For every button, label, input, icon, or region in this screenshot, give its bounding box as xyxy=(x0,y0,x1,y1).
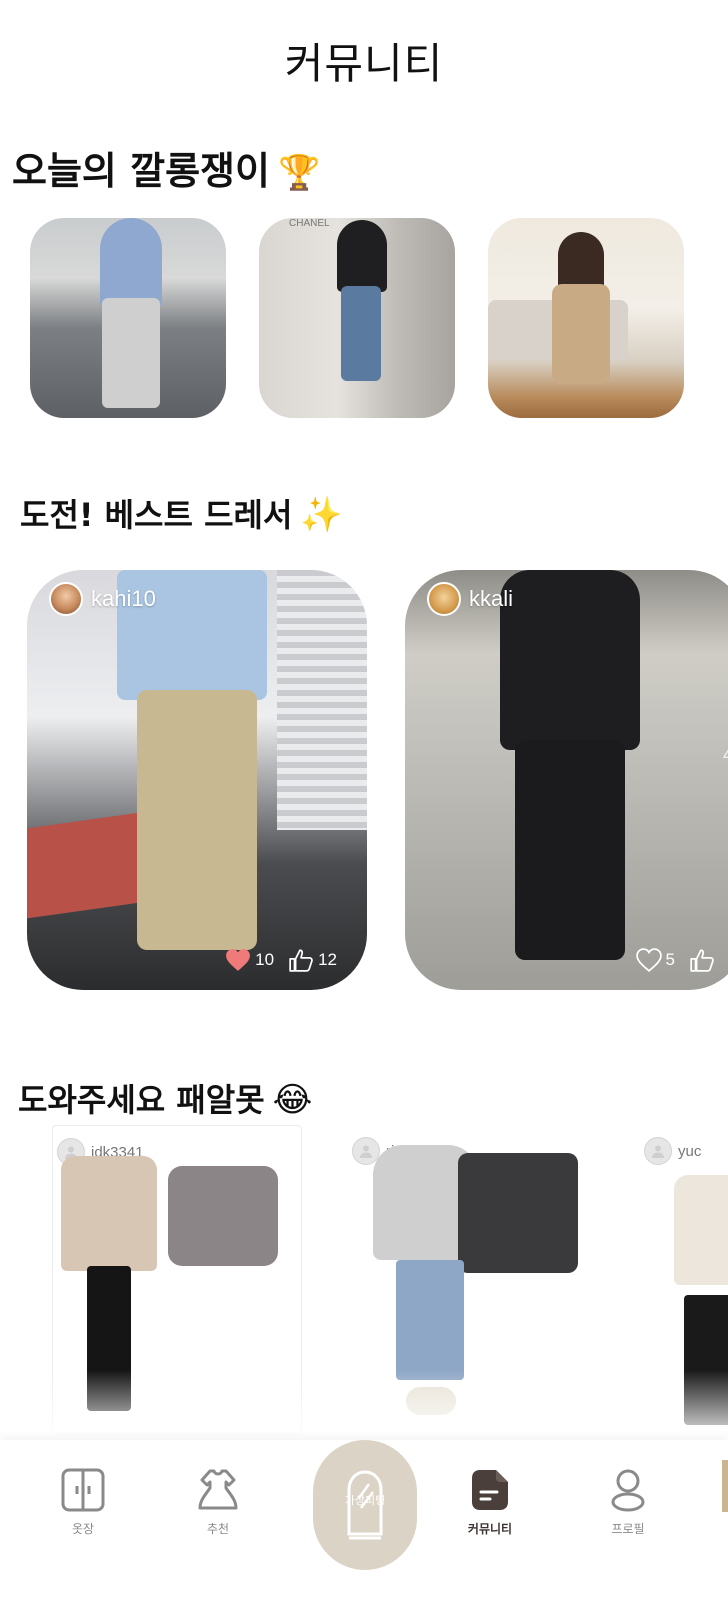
sparkles-icon: ✨ xyxy=(300,495,343,535)
best-dresser-card[interactable]: kahi10 10 12 xyxy=(27,570,367,990)
fashionista-card[interactable]: CHANEL xyxy=(259,218,455,418)
best-dresser-carousel[interactable]: kahi10 10 12 kkali 4 5 xyxy=(27,570,728,990)
dresser-user-chip[interactable]: kkali xyxy=(427,582,513,616)
bottom-nav: 옷장 추천 가상피팅 커뮤니티 프로필 xyxy=(0,1440,728,1600)
shutter-background xyxy=(277,570,367,830)
best-dresser-title: 도전! 베스트 드레서 ✨ xyxy=(20,490,343,536)
edge-tab xyxy=(722,1460,728,1512)
garment-white-knit xyxy=(674,1175,728,1285)
help-me-title: 도와주세요 패알못 😂 xyxy=(18,1075,312,1121)
username: yuc xyxy=(678,1142,702,1160)
like-stat[interactable]: 12 xyxy=(288,948,337,972)
outfit-photo-cargo-pants xyxy=(137,690,257,950)
outfit-photo-coat xyxy=(552,284,610,384)
fashionista-card[interactable] xyxy=(30,218,226,418)
red-crosswalk xyxy=(27,811,147,919)
best-dresser-card[interactable]: kkali 4 5 xyxy=(405,570,728,990)
like-stat[interactable] xyxy=(689,948,715,972)
page-header: 커뮤니티 xyxy=(0,0,728,120)
card-stats: 5 xyxy=(635,948,715,972)
laughing-tears-icon: 😂 xyxy=(272,1080,313,1120)
nav-community[interactable]: 커뮤니티 xyxy=(440,1468,540,1537)
garment-jeans xyxy=(396,1260,464,1380)
heart-stat[interactable]: 10 xyxy=(225,948,274,972)
outfit-photo-track-pants xyxy=(515,740,625,960)
nav-label: 추천 xyxy=(206,1522,230,1536)
thumbs-up-icon xyxy=(289,949,313,972)
heart-stat[interactable]: 5 xyxy=(635,948,675,972)
help-me-title-text: 도와주세요 패알못 xyxy=(18,1081,265,1119)
username: kkali xyxy=(469,586,514,611)
garment-sweater xyxy=(61,1156,157,1271)
outfit-photo xyxy=(558,232,604,292)
person-icon xyxy=(611,1469,645,1512)
help-user-chip[interactable]: yuc xyxy=(644,1137,701,1165)
outfit-photo xyxy=(337,220,387,292)
nav-label: 프로필 xyxy=(611,1522,645,1536)
today-fashionista-carousel[interactable]: CHANEL xyxy=(30,218,728,418)
fashionista-card[interactable] xyxy=(488,218,684,418)
heart-icon xyxy=(226,949,251,971)
virtual-fitting-label: 가상피팅 xyxy=(344,1494,386,1507)
heart-count: 5 xyxy=(665,950,675,969)
avatar xyxy=(49,582,83,616)
nav-profile[interactable]: 프로필 xyxy=(578,1468,678,1537)
like-count: 12 xyxy=(318,950,337,969)
avatar xyxy=(427,582,461,616)
image-counter: 4 xyxy=(722,745,728,765)
today-fashionista-title: 오늘의 깔롱쟁이 🏆 xyxy=(12,140,320,195)
nav-recommend[interactable]: 추천 xyxy=(168,1468,268,1537)
outfit-photo-jeans xyxy=(341,286,381,381)
thumbs-up-icon xyxy=(690,949,714,972)
chanel-sign: CHANEL xyxy=(289,218,330,229)
username: kahi10 xyxy=(91,586,156,611)
trophy-icon: 🏆 xyxy=(277,153,321,193)
best-dresser-title-text: 도전! 베스트 드레서 xyxy=(20,496,293,534)
page-title: 커뮤니티 xyxy=(284,38,444,88)
outfit-photo-hoodie xyxy=(500,570,640,750)
nav-label: 커뮤니티 xyxy=(467,1522,513,1536)
dresser-user-chip[interactable]: kahi10 xyxy=(49,582,156,616)
heart-count: 10 xyxy=(255,950,275,969)
outfit-photo xyxy=(100,218,162,308)
card-stats: 10 12 xyxy=(225,948,337,972)
today-fashionista-title-text: 오늘의 깔롱쟁이 xyxy=(12,149,270,193)
community-doc-icon xyxy=(472,1470,508,1510)
garment-black-jacket xyxy=(458,1153,578,1273)
heart-outline-icon xyxy=(635,948,662,972)
dress-icon xyxy=(198,1469,238,1510)
garment-puffer xyxy=(168,1166,278,1266)
wardrobe-icon xyxy=(61,1468,105,1512)
default-avatar-icon xyxy=(644,1137,672,1165)
nav-label: 옷장 xyxy=(71,1522,95,1536)
virtual-fitting-button[interactable]: 가상피팅 xyxy=(313,1440,417,1570)
nav-closet[interactable]: 옷장 xyxy=(33,1468,133,1537)
scroll-fade xyxy=(0,1370,728,1440)
outfit-photo-pants xyxy=(102,298,160,408)
